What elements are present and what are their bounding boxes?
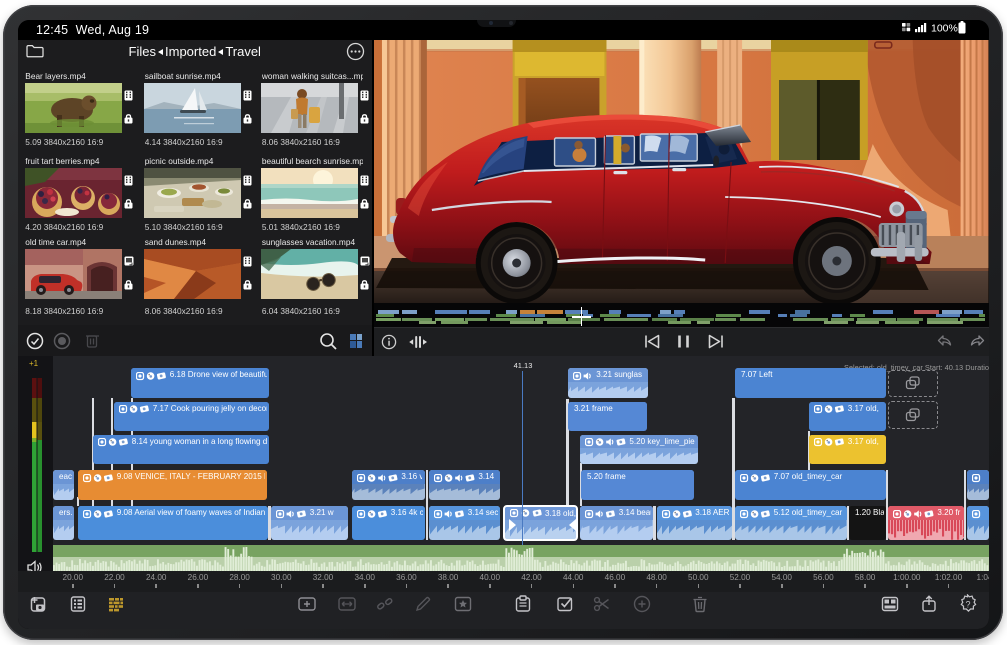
svg-text:100%: 100%: [931, 23, 958, 35]
svg-text:?: ?: [965, 599, 970, 609]
